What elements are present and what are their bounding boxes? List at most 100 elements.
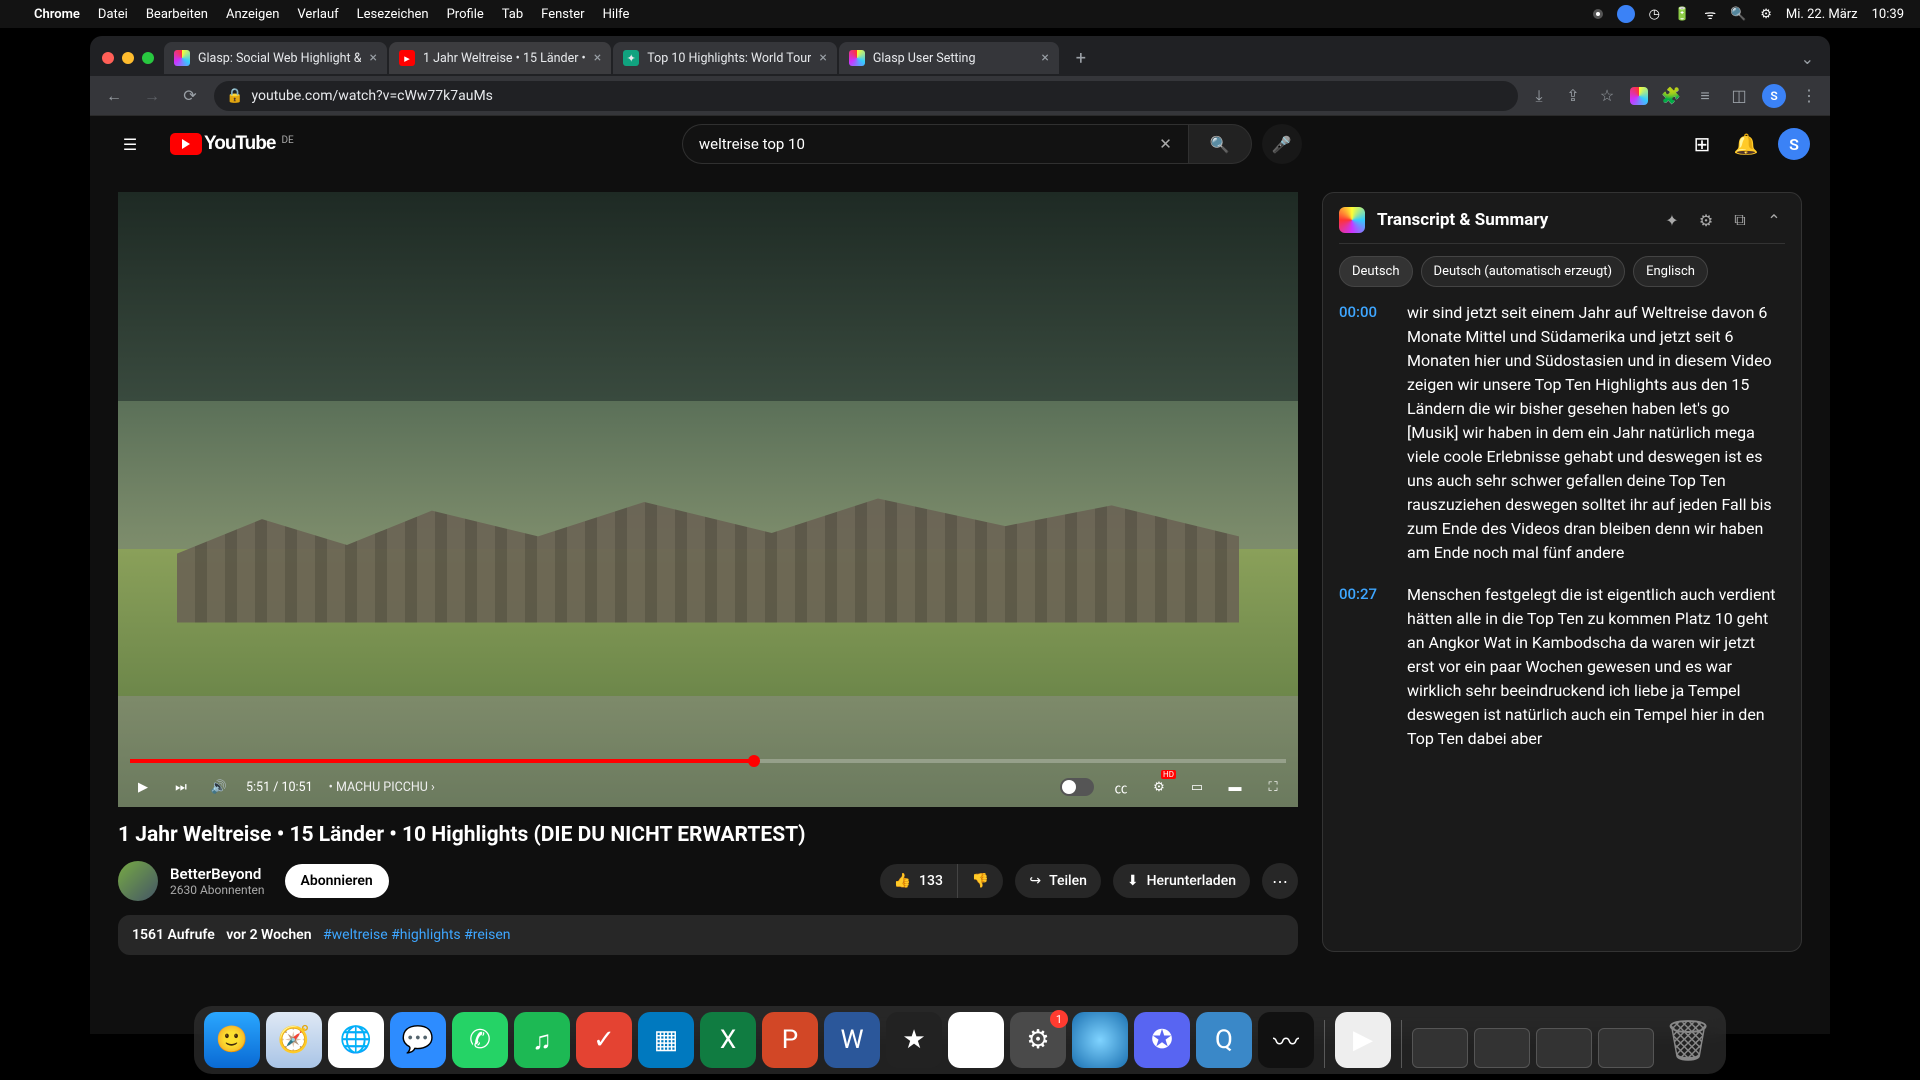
share-button[interactable]: ↪ Teilen — [1015, 864, 1101, 898]
search-button[interactable]: 🔍 — [1188, 124, 1252, 164]
menubar-time[interactable]: 10:39 — [1872, 7, 1904, 22]
dock-trash[interactable]: 🗑 — [1660, 1012, 1716, 1068]
install-app-icon[interactable]: ⤓ — [1528, 85, 1550, 107]
more-actions-button[interactable]: ⋯ — [1262, 863, 1298, 899]
dock-system-settings[interactable]: ⚙1 — [1010, 1012, 1066, 1068]
dock-todoist[interactable]: ✓ — [576, 1012, 632, 1068]
download-button[interactable]: ⬇ Herunterladen — [1113, 864, 1250, 898]
transcript-body[interactable]: 00:00 wir sind jetzt seit einem Jahr auf… — [1339, 301, 1785, 937]
search-input[interactable]: weltreise top 10 ✕ — [682, 124, 1188, 164]
dock-voice-memos[interactable]: 〰 — [1258, 1012, 1314, 1068]
wifi-icon[interactable]: ᯤ — [1704, 5, 1716, 23]
browser-tab-glasp[interactable]: Glasp: Social Web Highlight & × — [164, 42, 387, 74]
timestamp[interactable]: 00:00 — [1339, 301, 1393, 565]
menubar-date[interactable]: Mi. 22. März — [1786, 7, 1858, 22]
dislike-button[interactable]: 👎 — [958, 864, 1003, 898]
glasp-extension-icon[interactable] — [1630, 87, 1648, 105]
side-panel-icon[interactable]: ◫ — [1728, 85, 1750, 107]
close-tab-icon[interactable]: × — [369, 50, 376, 66]
extensions-icon[interactable]: 🧩 — [1660, 85, 1682, 107]
menu-profile[interactable]: Profile — [447, 7, 484, 22]
lang-chip-deutsch[interactable]: Deutsch — [1339, 256, 1413, 287]
settings-gear-icon[interactable]: ⚙HD — [1148, 776, 1170, 798]
theater-mode-icon[interactable]: ▬ — [1224, 776, 1246, 798]
dock-imovie[interactable]: ★ — [886, 1012, 942, 1068]
chrome-profile-avatar[interactable]: S — [1762, 84, 1786, 108]
close-tab-icon[interactable]: × — [819, 50, 826, 66]
dock-minimized-window[interactable] — [1598, 1028, 1654, 1068]
transcript-segment[interactable]: 00:00 wir sind jetzt seit einem Jahr auf… — [1339, 301, 1785, 565]
menu-verlauf[interactable]: Verlauf — [297, 7, 338, 22]
back-button[interactable]: ← — [100, 82, 128, 110]
clear-search-icon[interactable]: ✕ — [1159, 135, 1172, 153]
video-hashtags[interactable]: #weltreise #highlights #reisen — [323, 927, 511, 943]
dock-spotify[interactable]: ♫ — [514, 1012, 570, 1068]
youtube-avatar[interactable]: S — [1778, 128, 1810, 160]
clock-icon[interactable]: ◷ — [1649, 7, 1660, 22]
dock-quicktime[interactable]: Q — [1196, 1012, 1252, 1068]
dock-chrome[interactable]: 🌐 — [328, 1012, 384, 1068]
video-player[interactable]: ▶ ⏭ 🔊 5:51 / 10:51 • MACHU PICCHU › ㏄ ⚙H… — [118, 192, 1298, 807]
menu-fenster[interactable]: Fenster — [541, 7, 584, 22]
bookmark-star-icon[interactable]: ☆ — [1596, 85, 1618, 107]
progress-bar[interactable] — [130, 759, 1286, 763]
dock-app-blue[interactable] — [1072, 1012, 1128, 1068]
close-tab-icon[interactable]: × — [1041, 50, 1048, 66]
close-tab-icon[interactable]: × — [594, 50, 601, 66]
share-icon[interactable]: ⇪ — [1562, 85, 1584, 107]
video-description[interactable]: 1561 Aufrufe vor 2 Wochen #weltreise #hi… — [118, 915, 1298, 955]
menu-bearbeiten[interactable]: Bearbeiten — [146, 7, 208, 22]
battery-icon[interactable]: 🔋 — [1674, 7, 1690, 22]
next-video-button[interactable]: ⏭ — [170, 776, 192, 798]
fullscreen-icon[interactable]: ⛶ — [1262, 776, 1284, 798]
tab-overflow-icon[interactable]: ⌄ — [1793, 49, 1822, 68]
autoplay-toggle[interactable] — [1060, 778, 1094, 796]
reload-button[interactable]: ⟳ — [176, 82, 204, 110]
dock-minimized-window[interactable] — [1412, 1028, 1468, 1068]
voice-search-button[interactable]: 🎤 — [1262, 124, 1302, 164]
dock-screenflow[interactable]: ▶ — [1335, 1012, 1391, 1068]
dock-minimized-window[interactable] — [1536, 1028, 1592, 1068]
chrome-menu-icon[interactable]: ⋮ — [1798, 85, 1820, 107]
maximize-window-button[interactable] — [142, 52, 154, 64]
subscribe-button[interactable]: Abonnieren — [285, 864, 389, 898]
browser-tab-youtube[interactable]: ▸ 1 Jahr Weltreise • 15 Länder • × — [389, 42, 611, 74]
dock-zoom[interactable]: 💬 — [390, 1012, 446, 1068]
player-chapter[interactable]: • MACHU PICCHU › — [329, 780, 435, 795]
menu-datei[interactable]: Datei — [98, 7, 128, 22]
timestamp[interactable]: 00:27 — [1339, 583, 1393, 751]
spotlight-icon[interactable]: 🔍 — [1730, 7, 1746, 22]
settings-small-icon[interactable]: ⚙ — [1695, 209, 1717, 231]
dock-safari[interactable]: 🧭 — [266, 1012, 322, 1068]
notifications-icon[interactable]: 🔔 — [1734, 132, 1758, 156]
browser-tab-glasp-settings[interactable]: Glasp User Setting × — [839, 42, 1059, 74]
status-circle-icon[interactable] — [1617, 5, 1635, 23]
collapse-panel-icon[interactable]: ⌃ — [1763, 209, 1785, 231]
control-center-icon[interactable]: ⚙ — [1760, 7, 1772, 22]
copy-icon[interactable]: ⧉ — [1729, 209, 1751, 231]
play-button[interactable]: ▶ — [132, 776, 154, 798]
lang-chip-englisch[interactable]: Englisch — [1633, 256, 1708, 287]
create-video-icon[interactable]: ⊞ — [1690, 132, 1714, 156]
dock-minimized-window[interactable] — [1474, 1028, 1530, 1068]
menubar-app-name[interactable]: Chrome — [34, 7, 80, 22]
screen-record-icon[interactable] — [1593, 9, 1603, 19]
youtube-logo[interactable]: YouTube DE — [170, 133, 294, 155]
dock-finder[interactable]: 🙂 — [204, 1012, 260, 1068]
lang-chip-auto[interactable]: Deutsch (automatisch erzeugt) — [1421, 256, 1626, 287]
dock-powerpoint[interactable]: P — [762, 1012, 818, 1068]
minimize-window-button[interactable] — [122, 52, 134, 64]
hamburger-menu-icon[interactable]: ☰ — [110, 124, 150, 164]
address-bar[interactable]: 🔒 youtube.com/watch?v=cWw77k7auMs — [214, 81, 1518, 111]
volume-icon[interactable]: 🔊 — [208, 776, 230, 798]
menu-anzeigen[interactable]: Anzeigen — [226, 7, 279, 22]
forward-button[interactable]: → — [138, 82, 166, 110]
dock-google-drive[interactable]: ▲ — [948, 1012, 1004, 1068]
close-window-button[interactable] — [102, 52, 114, 64]
dock-whatsapp[interactable]: ✆ — [452, 1012, 508, 1068]
dock-word[interactable]: W — [824, 1012, 880, 1068]
menu-lesezeichen[interactable]: Lesezeichen — [357, 7, 429, 22]
dock-excel[interactable]: X — [700, 1012, 756, 1068]
channel-info[interactable]: BetterBeyond 2630 Abonnenten — [170, 865, 265, 897]
ai-summary-icon[interactable]: ✦ — [1661, 209, 1683, 231]
